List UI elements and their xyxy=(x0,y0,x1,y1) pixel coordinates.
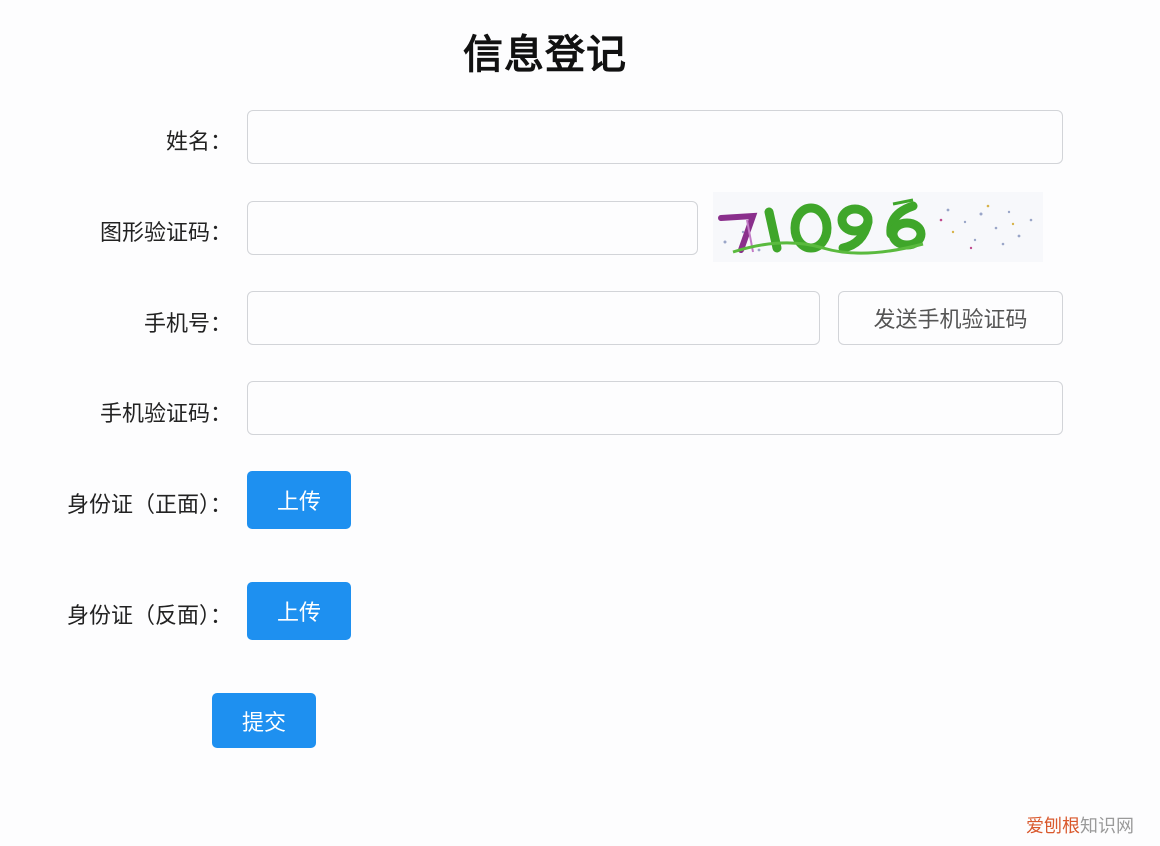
captcha-input[interactable] xyxy=(247,201,698,255)
sms-code-input[interactable] xyxy=(247,381,1063,435)
watermark-brand: 爱刨根 xyxy=(1026,816,1080,837)
submit-button[interactable]: 提交 xyxy=(212,693,316,748)
phone-label: 手机号： xyxy=(143,312,232,337)
send-sms-code-button[interactable]: 发送手机验证码 xyxy=(838,291,1063,345)
phone-input[interactable] xyxy=(247,291,820,345)
captcha-image[interactable] xyxy=(713,192,1043,262)
page-title: 信息登记 xyxy=(463,32,627,78)
sms-code-label: 手机验证码： xyxy=(99,402,232,427)
id-front-label: 身份证（正面）： xyxy=(66,493,232,518)
captcha-label: 图形验证码： xyxy=(99,221,232,246)
name-input[interactable] xyxy=(247,110,1063,164)
watermark-suffix: 知识网 xyxy=(1080,816,1134,837)
id-back-label: 身份证（反面）： xyxy=(66,604,232,629)
id-back-upload-button[interactable]: 上传 xyxy=(247,582,351,640)
watermark: 爱刨根知识网 xyxy=(1026,812,1134,838)
name-label: 姓名： xyxy=(165,130,232,155)
id-front-upload-button[interactable]: 上传 xyxy=(247,471,351,529)
